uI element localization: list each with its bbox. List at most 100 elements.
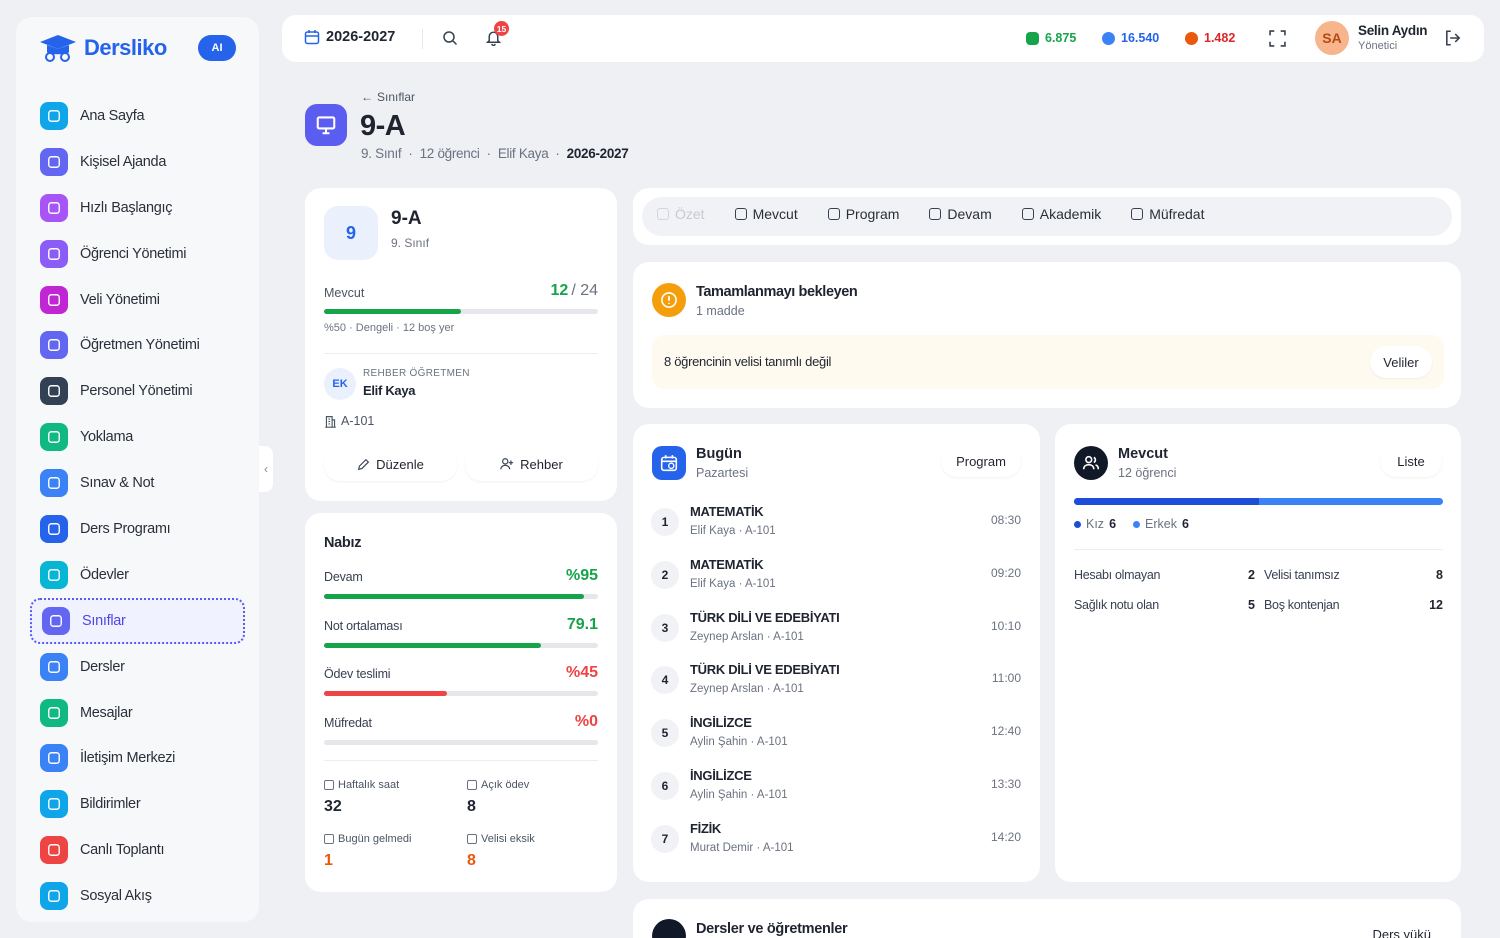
metric-value: %0: [574, 712, 598, 730]
today-card: Bugün Pazartesi Program 1 MATEMATİK Elif K…: [633, 424, 1040, 882]
sidebar-item-7[interactable]: Yoklama: [30, 414, 245, 460]
today-day: Pazartesi: [696, 466, 749, 480]
clipboard-check-icon: [40, 423, 68, 452]
lesson-number: 4: [651, 666, 679, 695]
guide-button[interactable]: Rehber: [465, 447, 598, 481]
logout-button[interactable]: [1444, 29, 1462, 47]
calendar-clock-icon: [40, 514, 68, 543]
sidebar-item-label: Hızlı Başlangıç: [80, 199, 173, 216]
sidebar-item-10[interactable]: Ödevler: [30, 552, 245, 598]
parents-button[interactable]: Veliler: [1370, 346, 1432, 378]
year-label: 2026-2027: [326, 29, 396, 45]
sidebar-item-11[interactable]: Sınıflar: [30, 597, 245, 644]
course-load-button[interactable]: Ders yükü: [1372, 927, 1431, 938]
pulse-stat-value: 8: [467, 852, 476, 869]
sidebar-item-1[interactable]: Kişisel Ajanda: [30, 139, 245, 185]
sidebar-item-17[interactable]: Sosyal Akış: [30, 873, 245, 919]
sidebar-item-13[interactable]: Mesajlar: [30, 690, 245, 736]
back-link[interactable]: ← Sınıflar: [361, 90, 415, 104]
book-icon: [467, 780, 477, 790]
edit-button[interactable]: Düzenle: [324, 447, 457, 481]
sidebar-item-15[interactable]: Bildirimler: [30, 781, 245, 827]
users-icon: [40, 285, 68, 314]
notification-count: 15: [494, 21, 509, 36]
sidebar-item-8[interactable]: Sınav & Not: [30, 460, 245, 506]
play-icon: [40, 193, 68, 222]
broadcast-icon: [40, 836, 68, 865]
lesson-time: 09:20: [990, 565, 1021, 580]
users-icon: [734, 208, 747, 220]
book-icon: [652, 919, 686, 938]
lesson-subject: MATEMATİK: [690, 504, 764, 519]
sidebar-collapse-button[interactable]: ‹: [259, 446, 273, 492]
lesson-row[interactable]: 5 İNGİLİZCE Aylin Şahin · A-101 12:40: [651, 715, 1021, 768]
sidebar-item-9[interactable]: Ders Programı: [30, 506, 245, 552]
sidebar-item-4[interactable]: Veli Yönetimi: [30, 277, 245, 323]
lesson-teacher: Murat Demir · A-101: [690, 841, 794, 854]
sidebar-item-label: Dersler: [80, 658, 125, 675]
sidebar-item-label: Yoklama: [80, 429, 133, 446]
user-plus-icon: [500, 458, 514, 470]
user-avatar[interactable]: SA: [1315, 21, 1349, 55]
sidebar-item-5[interactable]: Öğretmen Yönetimi: [30, 322, 245, 368]
tab-3[interactable]: Devam: [929, 206, 992, 222]
metric-value: 79.1: [566, 615, 598, 633]
tab-0[interactable]: Özet: [657, 206, 705, 222]
metric-bar: [324, 642, 598, 648]
stat-green-value: 6.875: [1045, 31, 1077, 45]
list-button[interactable]: Liste: [1380, 445, 1442, 477]
lesson-subject: TÜRK DİLİ VE EDEBİYATI: [690, 662, 840, 678]
lesson-subject: TÜRK DİLİ VE EDEBİYATI: [690, 609, 840, 625]
sidebar-item-3[interactable]: Öğrenci Yönetimi: [30, 231, 245, 277]
calendar-icon: [324, 780, 334, 790]
ai-button[interactable]: AI: [198, 35, 236, 61]
enrollment-stat-value: 5: [1248, 598, 1255, 612]
user-role: Yönetici: [1358, 40, 1398, 52]
presentation-icon: [316, 116, 336, 135]
pulse-stat: Velisi eksik: [467, 833, 535, 845]
search-icon: [443, 31, 458, 46]
lesson-time: 14:20: [990, 829, 1021, 844]
sidebar-item-0[interactable]: Ana Sayfa: [30, 93, 245, 139]
search-button[interactable]: [442, 30, 458, 46]
fullscreen-button[interactable]: [1269, 30, 1286, 47]
stat-blue-value: 16.540: [1121, 31, 1160, 45]
sidebar-item-label: İletişim Merkezi: [80, 750, 176, 767]
user-info[interactable]: Selin Aydın Yönetici: [1358, 23, 1428, 52]
tab-5[interactable]: Müfredat: [1131, 206, 1204, 222]
tab-4[interactable]: Akademik: [1021, 206, 1101, 222]
lesson-row[interactable]: 3 TÜRK DİLİ VE EDEBİYATI Zeynep Arslan · A…: [651, 610, 1021, 663]
metric-value: %45: [565, 664, 598, 681]
calendar-icon: [304, 30, 320, 45]
lesson-row[interactable]: 7 FİZİK Murat Demir · A-101 14:20: [651, 821, 1021, 874]
edit-label: Düzenle: [376, 456, 424, 472]
girls-value: 6: [1109, 517, 1117, 531]
enrollment-card: Mevcut 12 öğrenci Liste Kız 6 Erkek 6 He…: [1055, 424, 1461, 882]
sidebar: Dersliko AI Ana Sayfa Kişisel Ajanda Hızlı…: [16, 17, 259, 922]
lessons-teachers-card: Dersler ve öğretmenler Ders yükü: [633, 899, 1461, 938]
target-icon: [1131, 208, 1144, 220]
tab-2[interactable]: Program: [827, 206, 899, 222]
sidebar-item-16[interactable]: Canlı Toplantı: [30, 827, 245, 873]
summary-subtitle: 9. Sınıf: [391, 236, 430, 250]
metric-label: Müfredat: [324, 715, 372, 730]
lesson-row[interactable]: 2 MATEMATİK Elif Kaya · A-101 09:20: [651, 557, 1021, 610]
lesson-time: 12:40: [990, 724, 1021, 739]
teacher-role: REHBER ÖĞRETMEN: [363, 368, 470, 379]
sidebar-item-12[interactable]: Dersler: [30, 644, 245, 690]
lesson-row[interactable]: 1 MATEMATİK Elif Kaya · A-101 08:30: [651, 504, 1021, 557]
metric-value: %95: [565, 567, 598, 584]
sidebar-item-2[interactable]: Hızlı Başlangıç: [30, 185, 245, 231]
lesson-row[interactable]: 6 İNGİLİZCE Aylin Şahin · A-101 13:30: [651, 768, 1021, 821]
pulse-stat-label: Açık ödev: [481, 779, 530, 791]
sidebar-item-6[interactable]: Personel Yönetimi: [30, 368, 245, 414]
year-selector[interactable]: 2026-2027: [304, 29, 395, 45]
tab-1[interactable]: Mevcut: [734, 206, 798, 222]
metric-bar: [324, 739, 598, 745]
tab-label: Devam: [947, 206, 992, 222]
app-logo[interactable]: Dersliko: [38, 33, 167, 63]
program-button[interactable]: Program: [941, 445, 1021, 477]
lesson-row[interactable]: 4 TÜRK DİLİ VE EDEBİYATI Zeynep Arslan · A…: [651, 662, 1021, 715]
boys-dot: [1133, 520, 1141, 528]
sidebar-item-14[interactable]: İletişim Merkezi: [30, 735, 245, 781]
